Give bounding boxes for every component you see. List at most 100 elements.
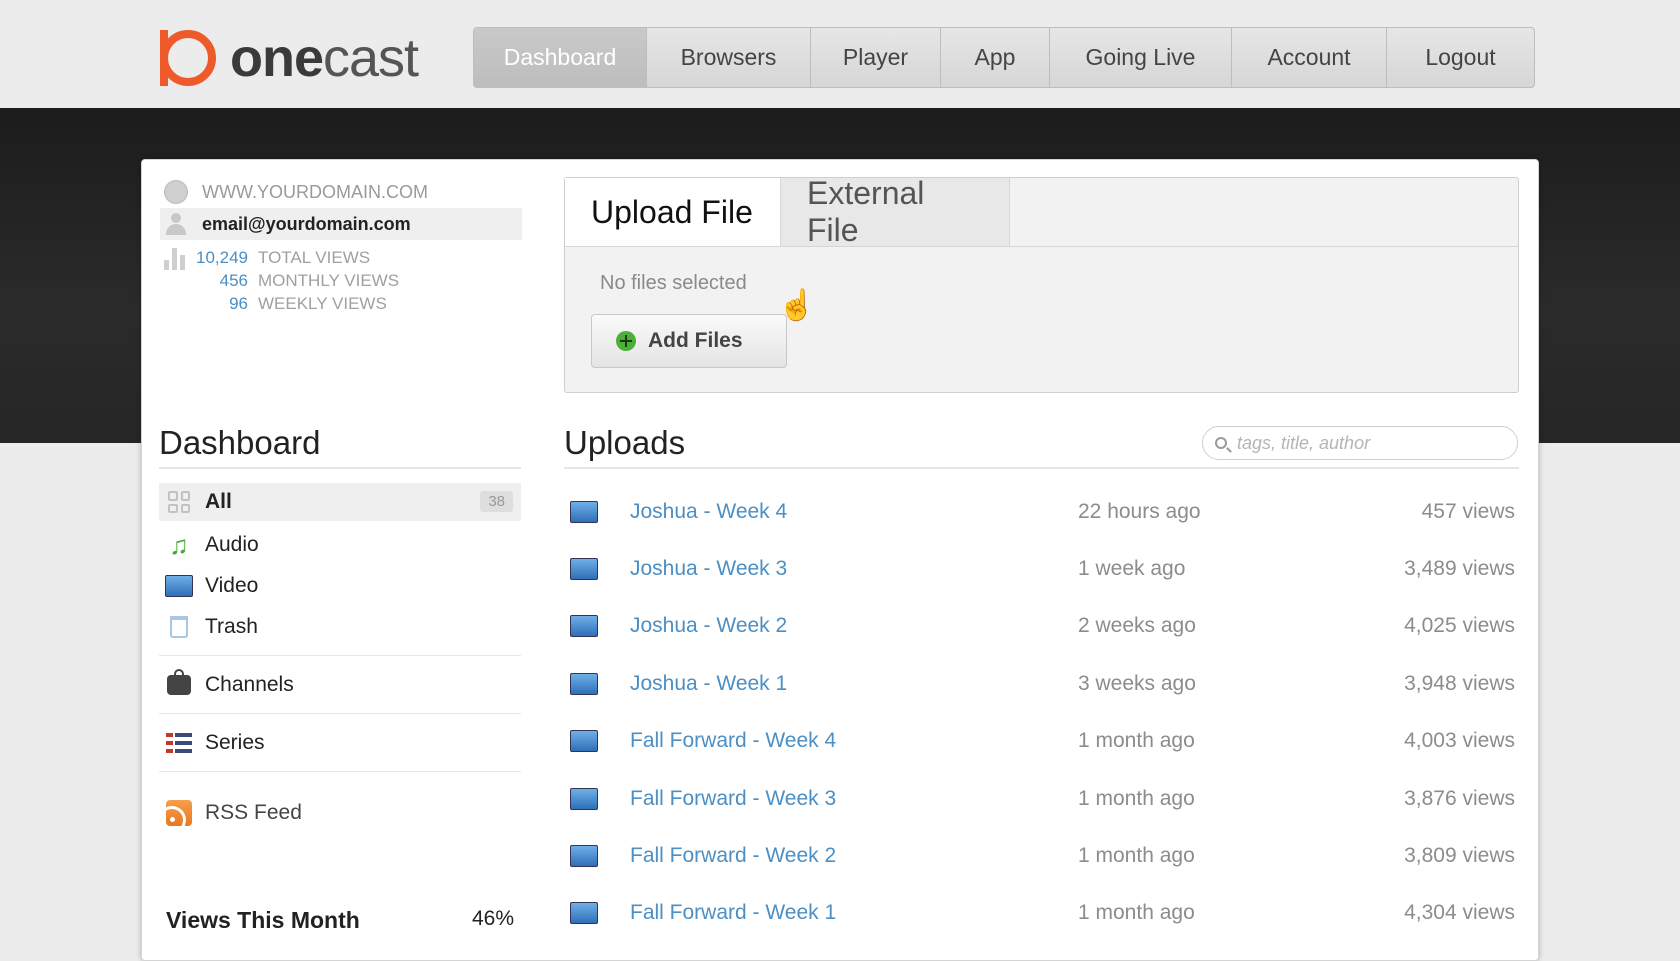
upload-time: 3 weeks ago xyxy=(1078,671,1196,695)
upload-time: 2 weeks ago xyxy=(1078,614,1196,638)
uploads-divider xyxy=(564,467,1519,469)
sidebar-item-rss[interactable]: RSS Feed xyxy=(159,792,521,833)
upload-tabs: Upload File External File xyxy=(565,175,1010,248)
grid-icon xyxy=(165,488,193,516)
menu-divider xyxy=(159,655,521,656)
account-summary: WWW.YOURDOMAIN.COM email@yourdomain.com … xyxy=(160,176,522,315)
bar-chart-icon xyxy=(164,248,186,270)
video-icon xyxy=(570,558,598,581)
upload-views: 4,304 views xyxy=(1404,901,1515,925)
upload-time: 1 week ago xyxy=(1078,557,1186,581)
logo-mark-icon xyxy=(160,30,216,86)
list-item[interactable]: Joshua - Week 3 1 week ago 3,489 views xyxy=(564,540,1519,597)
list-item[interactable]: Fall Forward - Week 4 1 month ago 4,003 … xyxy=(564,713,1519,770)
music-note-icon: ♫ xyxy=(169,529,189,560)
video-icon xyxy=(570,500,598,523)
sidebar-item-all[interactable]: All 38 xyxy=(159,483,521,521)
upload-title-link[interactable]: Joshua - Week 1 xyxy=(630,672,1078,696)
upload-title-link[interactable]: Joshua - Week 4 xyxy=(630,500,1078,524)
upload-time: 1 month ago xyxy=(1078,729,1195,753)
upload-views: 4,025 views xyxy=(1404,614,1515,638)
sidebar-title: Dashboard xyxy=(159,424,321,461)
upload-views: 3,489 views xyxy=(1404,557,1515,581)
account-email: email@yourdomain.com xyxy=(202,213,411,234)
onecast-logo[interactable]: onecast xyxy=(160,28,419,88)
menu-divider xyxy=(159,713,521,714)
upload-box: Upload File External File No files selec… xyxy=(564,175,1519,393)
video-icon xyxy=(570,672,598,695)
nav-logout[interactable]: Logout xyxy=(1387,28,1534,87)
views-this-month-value: 46% xyxy=(471,907,514,930)
upload-title-link[interactable]: Fall Forward - Week 2 xyxy=(630,844,1078,868)
upload-time: 1 month ago xyxy=(1078,901,1195,925)
list-item[interactable]: Fall Forward - Week 1 1 month ago 4,304 … xyxy=(564,885,1519,942)
sidebar-menu: All 38 ♫ Audio Video Trash Channels Seri… xyxy=(159,483,521,833)
sidebar-item-video[interactable]: Video xyxy=(159,565,521,606)
dashboard-panel: WWW.YOURDOMAIN.COM email@yourdomain.com … xyxy=(141,159,1539,961)
menu-divider xyxy=(159,771,521,772)
upload-time: 1 month ago xyxy=(1078,786,1195,810)
list-item[interactable]: Joshua - Week 4 22 hours ago 457 views xyxy=(564,483,1519,540)
tab-external-file[interactable]: External File xyxy=(781,175,1010,248)
video-icon xyxy=(570,845,598,868)
search-input[interactable] xyxy=(1235,431,1499,455)
account-domain: WWW.YOURDOMAIN.COM xyxy=(202,181,428,202)
sidebar-item-series[interactable]: Series xyxy=(159,722,521,763)
globe-icon xyxy=(164,180,188,204)
upload-time: 1 month ago xyxy=(1078,844,1195,868)
search-icon xyxy=(1215,437,1227,449)
tab-divider xyxy=(565,246,1518,247)
tab-upload-file[interactable]: Upload File xyxy=(565,178,781,246)
stat-total-views: 10,249 TOTAL VIEWS xyxy=(196,247,371,267)
nav-dashboard[interactable]: Dashboard xyxy=(474,28,647,87)
upload-title-link[interactable]: Joshua - Week 2 xyxy=(630,614,1078,638)
trash-icon xyxy=(165,613,193,641)
upload-title-link[interactable]: Fall Forward - Week 1 xyxy=(630,901,1078,925)
rss-icon xyxy=(165,799,193,827)
nav-going-live[interactable]: Going Live xyxy=(1050,28,1232,87)
nav-player[interactable]: Player xyxy=(811,28,941,87)
upload-title-link[interactable]: Fall Forward - Week 3 xyxy=(630,787,1078,811)
uploads-search[interactable] xyxy=(1202,426,1518,460)
list-item[interactable]: Joshua - Week 1 3 weeks ago 3,948 views xyxy=(564,655,1519,712)
main-nav: Dashboard Browsers Player App Going Live… xyxy=(473,27,1535,88)
list-item[interactable]: Fall Forward - Week 2 1 month ago 3,809 … xyxy=(564,827,1519,884)
video-icon xyxy=(165,572,193,600)
video-icon xyxy=(570,787,598,810)
uploads-title: Uploads xyxy=(564,424,686,461)
upload-title-link[interactable]: Fall Forward - Week 4 xyxy=(630,729,1078,753)
sidebar-item-audio[interactable]: ♫ Audio xyxy=(159,524,521,565)
upload-views: 4,003 views xyxy=(1404,729,1515,753)
view-stats: 10,249 TOTAL VIEWS 456 MONTHLY VIEWS 96 … xyxy=(160,246,522,315)
list-item[interactable]: Fall Forward - Week 3 1 month ago 3,876 … xyxy=(564,770,1519,827)
video-icon xyxy=(570,730,598,753)
upload-views: 3,876 views xyxy=(1404,786,1515,810)
domain-row: WWW.YOURDOMAIN.COM xyxy=(160,176,522,208)
logo-wordmark: onecast xyxy=(230,28,419,88)
list-icon xyxy=(165,729,193,757)
nav-app[interactable]: App xyxy=(941,28,1050,87)
upload-views: 3,948 views xyxy=(1404,671,1515,695)
views-this-month-label: Views This Month xyxy=(166,907,360,933)
hand-cursor-icon: ☝ xyxy=(778,289,816,322)
add-files-button[interactable]: Add Files xyxy=(591,314,787,368)
stat-monthly-views: 456 MONTHLY VIEWS xyxy=(219,270,400,290)
upload-title-link[interactable]: Joshua - Week 3 xyxy=(630,557,1078,581)
email-row: email@yourdomain.com xyxy=(160,208,522,240)
video-icon xyxy=(570,902,598,925)
sidebar-divider xyxy=(159,467,521,469)
count-badge: 38 xyxy=(480,491,513,512)
sidebar-item-trash[interactable]: Trash xyxy=(159,606,521,647)
upload-views: 3,809 views xyxy=(1404,844,1515,868)
uploads-list: Joshua - Week 4 22 hours ago 457 views J… xyxy=(564,483,1519,942)
upload-time: 22 hours ago xyxy=(1078,499,1201,523)
nav-account[interactable]: Account xyxy=(1232,28,1387,87)
sidebar-item-channels[interactable]: Channels xyxy=(159,664,521,705)
video-icon xyxy=(570,615,598,638)
list-item[interactable]: Joshua - Week 2 2 weeks ago 4,025 views xyxy=(564,598,1519,655)
tv-icon xyxy=(165,668,193,699)
user-icon xyxy=(164,212,188,236)
nav-browsers[interactable]: Browsers xyxy=(647,28,811,87)
upload-views: 457 views xyxy=(1421,499,1515,523)
views-this-month: Views This Month 46% xyxy=(166,907,514,934)
